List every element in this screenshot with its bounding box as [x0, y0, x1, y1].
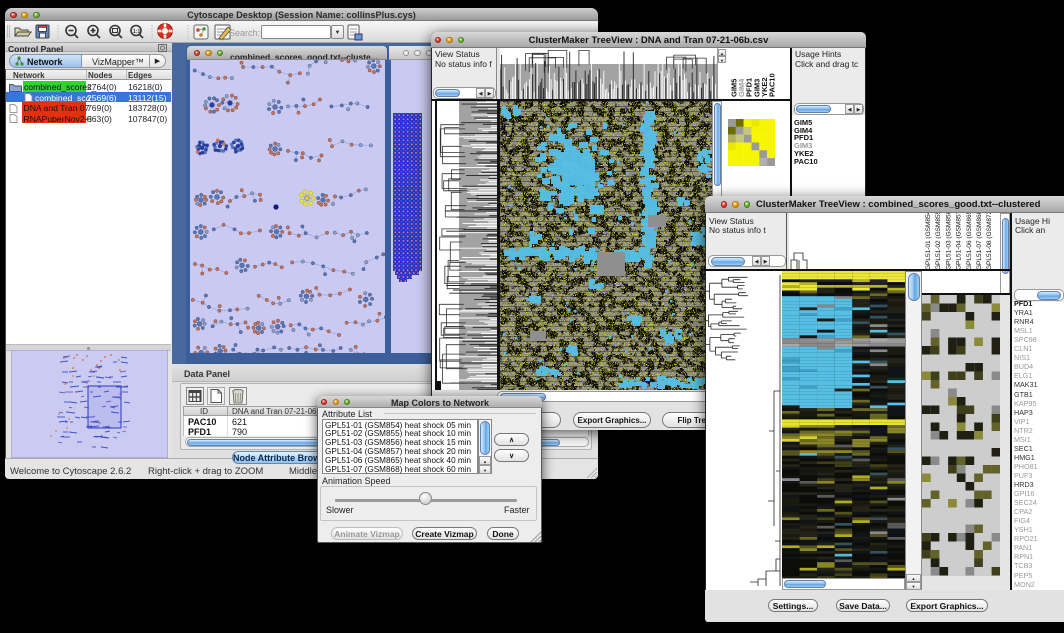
svg-text:GPL51-08 (GSM872): GPL51-08 (GSM872)	[986, 213, 993, 270]
svg-text:GPL51-02 (GSM855): GPL51-02 (GSM855)	[935, 213, 942, 270]
svg-text:GPL51-03 (GSM856): GPL51-03 (GSM856)	[945, 213, 952, 270]
svg-text:GPL51-01 (GSM854): GPL51-01 (GSM854)	[925, 213, 932, 270]
svg-text:GPL51-06 (GSM865): GPL51-06 (GSM865)	[966, 213, 973, 270]
svg-text:PAC10: PAC10	[768, 73, 777, 97]
svg-text:GPL51-04 (GSM857): GPL51-04 (GSM857)	[956, 213, 963, 270]
svg-text:GPL51-07 (GSM868): GPL51-07 (GSM868)	[976, 213, 983, 270]
svg-text:1:1: 1:1	[133, 29, 140, 35]
